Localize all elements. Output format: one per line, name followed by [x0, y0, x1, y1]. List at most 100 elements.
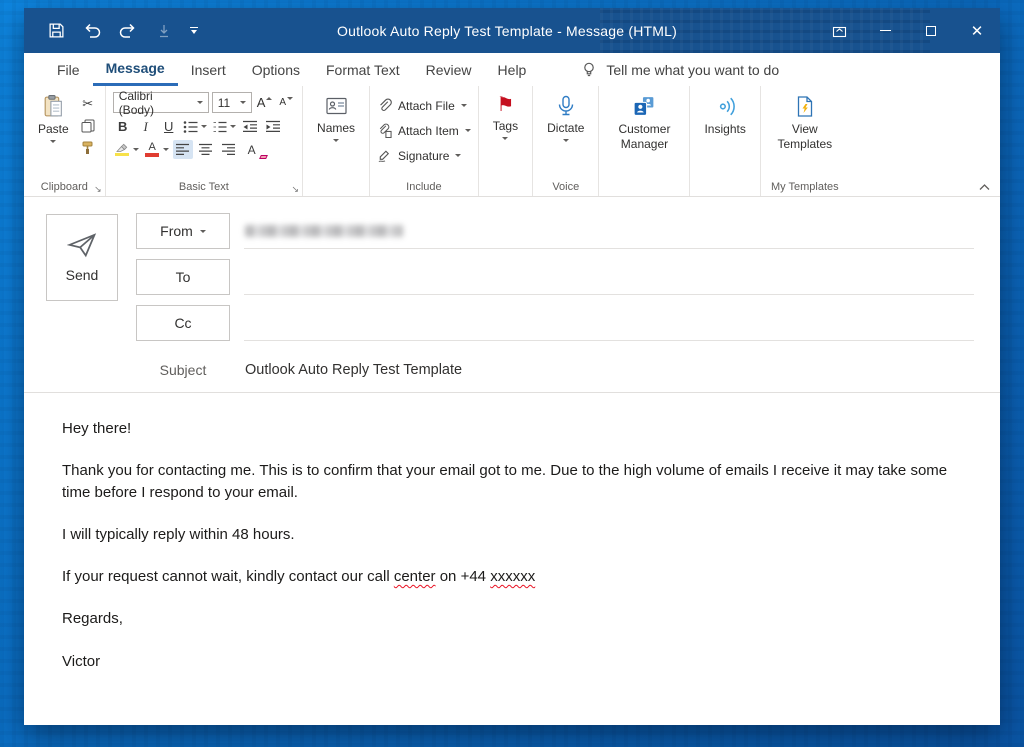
- window-controls: ✕: [816, 8, 1000, 53]
- group-names: Names: [303, 86, 370, 196]
- chevron-down-icon: [191, 30, 197, 34]
- message-header: Send From To: [24, 197, 1000, 393]
- align-left-button[interactable]: [173, 140, 193, 159]
- font-color-button[interactable]: A: [143, 140, 170, 159]
- chevron-down-icon: [465, 129, 471, 132]
- to-button[interactable]: To: [136, 259, 230, 295]
- header-fields: From To Cc: [136, 213, 974, 389]
- maximize-button[interactable]: [908, 8, 954, 53]
- tab-review[interactable]: Review: [413, 53, 485, 86]
- align-center-icon: [198, 143, 213, 156]
- view-templates-button[interactable]: View Templates: [768, 91, 842, 176]
- body-paragraph: Hey there!: [62, 418, 966, 439]
- from-field[interactable]: [244, 213, 974, 249]
- body-paragraph: Thank you for contacting me. This is to …: [62, 460, 966, 503]
- cut-button[interactable]: ✂: [78, 94, 98, 113]
- highlighter-icon: [113, 143, 131, 157]
- save-button[interactable]: [46, 21, 66, 41]
- ribbon: Paste ✂: [24, 86, 1000, 197]
- underline-button[interactable]: U: [159, 117, 179, 136]
- signature-label: Signature: [398, 149, 449, 163]
- redo-button[interactable]: [118, 21, 138, 41]
- attach-file-button[interactable]: Attach File: [377, 94, 471, 117]
- numbering-button[interactable]: [211, 117, 237, 136]
- paste-button[interactable]: Paste: [31, 91, 76, 176]
- chevron-down-icon: [563, 139, 569, 142]
- align-center-button[interactable]: [196, 140, 216, 159]
- scissors-icon: ✂: [82, 96, 93, 112]
- subject-value[interactable]: Outlook Auto Reply Test Template: [245, 362, 462, 378]
- increase-indent-button[interactable]: [263, 117, 283, 136]
- names-button[interactable]: Names: [310, 91, 362, 176]
- address-book-icon: [324, 94, 349, 118]
- decrease-indent-icon: [242, 120, 258, 133]
- flag-icon: ⚑: [496, 94, 514, 116]
- group-customer-manager: Customer Manager: [599, 86, 690, 196]
- align-right-icon: [221, 143, 236, 156]
- ribbon-display-options-button[interactable]: [816, 8, 862, 53]
- customer-manager-button[interactable]: Customer Manager: [606, 91, 682, 176]
- outlook-message-window: Outlook Auto Reply Test Template - Messa…: [24, 8, 1000, 725]
- tab-format-text[interactable]: Format Text: [313, 53, 413, 86]
- customize-qat-button[interactable]: [190, 27, 198, 34]
- collapse-ribbon-button[interactable]: [979, 184, 990, 191]
- attach-item-label: Attach Item: [398, 124, 459, 138]
- chevron-down-icon: [455, 154, 461, 157]
- dictate-label: Dictate: [547, 121, 584, 136]
- chevron-down-icon: [333, 139, 339, 142]
- tell-me-search[interactable]: Tell me what you want to do: [581, 53, 779, 86]
- shrink-font-button[interactable]: A: [277, 97, 295, 109]
- send-icon: [67, 233, 97, 258]
- align-left-icon: [175, 143, 190, 156]
- tell-me-label: Tell me what you want to do: [606, 62, 779, 78]
- tab-message[interactable]: Message: [93, 53, 178, 86]
- tags-button[interactable]: ⚑ Tags: [486, 91, 525, 176]
- close-button[interactable]: ✕: [954, 8, 1000, 53]
- paste-icon: [41, 94, 66, 119]
- customer-manager-label: Customer Manager: [613, 122, 675, 152]
- cc-field[interactable]: [244, 305, 974, 341]
- format-row: B I U: [113, 117, 295, 136]
- signature-button[interactable]: Signature: [377, 144, 471, 167]
- format-painter-button[interactable]: [78, 138, 98, 157]
- subject-label: Subject: [136, 362, 230, 378]
- tab-help[interactable]: Help: [485, 53, 540, 86]
- basic-text-dialog-launcher[interactable]: ↘: [291, 185, 299, 194]
- from-row: From: [136, 213, 974, 249]
- body-paragraph: Victor: [62, 651, 966, 672]
- clipboard-small-buttons: ✂: [78, 91, 98, 176]
- bold-button[interactable]: B: [113, 117, 133, 136]
- clear-formatting-button[interactable]: A: [242, 140, 262, 159]
- copy-button[interactable]: [78, 116, 98, 135]
- decrease-indent-button[interactable]: [240, 117, 260, 136]
- clipboard-dialog-launcher[interactable]: ↘: [94, 185, 102, 194]
- cc-button[interactable]: Cc: [136, 305, 230, 341]
- align-right-button[interactable]: [219, 140, 239, 159]
- chevron-up-icon: [979, 184, 990, 191]
- grow-font-button[interactable]: A: [255, 96, 275, 109]
- customer-manager-icon: [631, 94, 657, 119]
- minimize-button[interactable]: [862, 8, 908, 53]
- dictate-button[interactable]: Dictate: [540, 91, 591, 176]
- tab-file[interactable]: File: [44, 53, 93, 86]
- from-label: From: [160, 223, 193, 239]
- from-button[interactable]: From: [136, 213, 230, 249]
- bullets-button[interactable]: [182, 117, 208, 136]
- attach-item-button[interactable]: Attach Item: [377, 119, 471, 142]
- voice-group-label: Voice: [533, 181, 598, 193]
- font-color-icon: A: [143, 142, 161, 157]
- message-body-editor[interactable]: Hey there! Thank you for contacting me. …: [24, 393, 1000, 725]
- tab-insert[interactable]: Insert: [178, 53, 239, 86]
- italic-button[interactable]: I: [136, 117, 156, 136]
- insights-button[interactable]: Insights: [697, 91, 752, 176]
- font-name-combobox[interactable]: Calibri (Body): [113, 92, 209, 113]
- group-include: Attach File Attach Item: [370, 86, 479, 196]
- undo-button[interactable]: [82, 21, 102, 41]
- font-size-combobox[interactable]: 11: [212, 92, 252, 113]
- spellcheck-word: center: [394, 568, 436, 585]
- to-field[interactable]: [244, 259, 974, 295]
- send-button[interactable]: Send: [46, 214, 118, 301]
- tab-options[interactable]: Options: [239, 53, 313, 86]
- basic-text-group-label: Basic Text: [106, 181, 302, 193]
- text-highlight-button[interactable]: [113, 140, 140, 159]
